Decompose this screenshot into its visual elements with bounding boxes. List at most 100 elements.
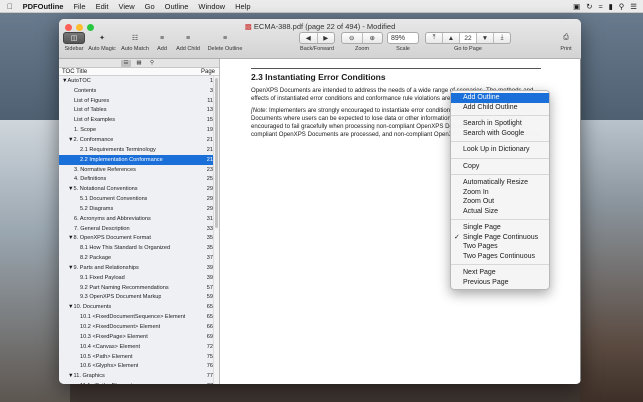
menu-window[interactable]: Window [198, 2, 225, 11]
scrollbar-thumb[interactable] [215, 78, 218, 228]
search-view-icon[interactable]: ⚲ [147, 60, 157, 67]
toc-row[interactable]: 8.2 Package 37 [59, 253, 219, 263]
toc-row[interactable]: ▼10. Documents 65 [59, 302, 219, 312]
toc-page-header[interactable]: Page [201, 68, 215, 75]
toc-row-title: 8.2 Package [80, 255, 112, 262]
delete-outline-tool[interactable]: ≡ Delete Outline [205, 32, 245, 53]
toc-row[interactable]: 9.1 Fixed Payload 39 [59, 273, 219, 283]
toc-row[interactable]: 2.2 Implementation Conformance 21 [59, 154, 219, 165]
auto-magic-tool[interactable]: ✦ Auto Magic [87, 32, 117, 52]
print-tool[interactable]: ⎙ Print [557, 32, 575, 52]
section-heading: 2.3 Instantiating Error Conditions [251, 72, 386, 82]
toc-row[interactable]: 10.6 <Glyphs> Element 76 [59, 361, 219, 371]
toc-row[interactable]: ▼2. Conformance 21 [59, 135, 219, 145]
zoom-in-icon[interactable]: ⊕ [363, 33, 383, 43]
toc-row[interactable]: 5.2 Diagrams 29 [59, 204, 219, 214]
add-child-tool[interactable]: ≡ Add Child [174, 32, 202, 53]
wifi-icon[interactable]: ≈ [599, 2, 603, 11]
battery-icon[interactable]: ▮ [609, 2, 613, 11]
list-icon[interactable]: ☰ [630, 2, 637, 11]
toc-row[interactable]: 1. Scope 19 [59, 125, 219, 135]
context-menu-label: Next Page [463, 269, 496, 276]
search-icon[interactable]: ⚲ [619, 2, 625, 11]
context-menu-item-previous-page[interactable]: Previous Page [451, 278, 549, 288]
toc-row[interactable]: 10.2 <FixedDocument> Element 66 [59, 322, 219, 332]
previous-page-icon[interactable]: ▲ [443, 33, 460, 43]
context-menu-item-look-up-in-dictionary[interactable]: Look Up in Dictionary [451, 145, 549, 155]
context-menu-item-add-child-outline[interactable]: Add Child Outline [451, 103, 549, 113]
toc-row[interactable]: 9.2 Part Naming Recommendations 57 [59, 283, 219, 293]
context-menu-item-two-pages[interactable]: Two Pages [451, 242, 549, 252]
toc-row[interactable]: 4. Definitions 25 [59, 174, 219, 184]
toc-row[interactable]: 6. Acronyms and Abbreviations 31 [59, 214, 219, 224]
toc-row[interactable]: ▼AutoTOC 1 [59, 76, 219, 86]
context-menu-item-actual-size[interactable]: Actual Size [451, 207, 549, 217]
menu-view[interactable]: View [119, 2, 135, 11]
next-page-icon[interactable]: ▼ [477, 33, 494, 43]
toc-row[interactable]: 2.1 Requirements Terminology 21 [59, 145, 219, 155]
context-menu-item-two-pages-continuous[interactable]: Two Pages Continuous [451, 252, 549, 262]
menu-outline[interactable]: Outline [165, 2, 189, 11]
context-menu-item-search-with-google[interactable]: Search with Google [451, 129, 549, 139]
context-menu-item-search-in-spotlight[interactable]: Search in Spotlight [451, 119, 549, 129]
toc-row[interactable]: 11.1 <Path> Element 77 [59, 381, 219, 384]
sidebar-icon[interactable]: ◫ [63, 32, 85, 44]
toc-row[interactable]: 10.1 <FixedDocumentSequence> Element 65 [59, 312, 219, 322]
menu-file[interactable]: File [73, 2, 85, 11]
toc-row[interactable]: List of Examples 15 [59, 115, 219, 125]
context-menu-item-zoom-in[interactable]: Zoom In [451, 188, 549, 198]
menu-edit[interactable]: Edit [96, 2, 109, 11]
toc-row[interactable]: ▼11. Graphics 77 [59, 371, 219, 381]
back-icon[interactable]: ◀ [300, 33, 318, 43]
cast-icon[interactable]: ▣ [573, 2, 580, 11]
context-menu-item-zoom-out[interactable]: Zoom Out [451, 197, 549, 207]
sync-icon[interactable]: ↻ [586, 2, 592, 11]
match-icon[interactable]: ☷ [127, 32, 143, 44]
toc-row[interactable]: List of Tables 13 [59, 106, 219, 116]
add-child-icon[interactable]: ≡ [181, 32, 195, 44]
context-menu-item-single-page-continuous[interactable]: ✓ Single Page Continuous [451, 233, 549, 243]
toc-row[interactable]: 8.1 How This Standard Is Organized 35 [59, 243, 219, 253]
forward-icon[interactable]: ▶ [318, 33, 335, 43]
toc-row[interactable]: 5.1 Document Conventions 29 [59, 194, 219, 204]
add-tool[interactable]: ≡ Add [153, 32, 171, 53]
toc-row[interactable]: 9.3 OpenXPS Document Markup 59 [59, 293, 219, 303]
wand-icon[interactable]: ✦ [94, 32, 110, 44]
sidebar-scrollbar[interactable] [213, 76, 219, 384]
first-page-icon[interactable]: ⤒ [426, 33, 443, 43]
toc-row[interactable]: 10.4 <Canvas> Element 72 [59, 342, 219, 352]
printer-icon[interactable]: ⎙ [558, 32, 574, 44]
page-number-field[interactable]: 22 [460, 33, 477, 43]
outline-view-icon[interactable]: ☰ [121, 60, 131, 67]
last-page-icon[interactable]: ⤓ [494, 33, 510, 43]
zoom-out-icon[interactable]: ⊖ [342, 33, 363, 43]
toc-row-page: 59 [206, 294, 213, 301]
delete-icon[interactable]: ≡ [218, 32, 232, 44]
toc-row[interactable]: 10.3 <FixedPage> Element 69 [59, 332, 219, 342]
context-menu-item-copy[interactable]: Copy [451, 162, 549, 172]
toc-row[interactable]: 7. General Description 33 [59, 224, 219, 234]
auto-match-tool[interactable]: ☷ Auto Match [120, 32, 150, 52]
context-menu-item-single-page[interactable]: Single Page [451, 223, 549, 233]
context-menu-item-add-outline[interactable]: Add Outline [451, 93, 549, 103]
toc-row[interactable]: ▼8. OpenXPS Document Format 35 [59, 234, 219, 244]
toc-row[interactable]: Contents 3 [59, 86, 219, 96]
context-menu-item-automatically-resize[interactable]: Automatically Resize [451, 178, 549, 188]
app-menu[interactable]: PDFOutline [23, 2, 64, 11]
apple-menu-icon[interactable]:  [7, 2, 13, 11]
toc-title-header[interactable]: TOC Title [62, 68, 87, 75]
thumbnail-view-icon[interactable]: ▦ [134, 60, 144, 67]
toc-row[interactable]: 3. Normative References 23 [59, 165, 219, 175]
scale-field[interactable]: 89% [387, 32, 419, 44]
menu-go[interactable]: Go [145, 2, 155, 11]
sidebar-tool[interactable]: ◫ Sidebar [62, 32, 86, 52]
context-menu-item-next-page[interactable]: Next Page [451, 268, 549, 278]
add-icon[interactable]: ≡ [155, 32, 169, 44]
menu-help[interactable]: Help [235, 2, 250, 11]
toc-row[interactable]: List of Figures 11 [59, 96, 219, 106]
toc-row-page: 65 [206, 304, 213, 311]
toc-row[interactable]: ▼9. Parts and Relationships 39 [59, 263, 219, 273]
toc-row[interactable]: 10.5 <Path> Element 75 [59, 352, 219, 362]
toc-row-page: 13 [206, 107, 213, 114]
toc-row[interactable]: ▼5. Notational Conventions 29 [59, 184, 219, 194]
